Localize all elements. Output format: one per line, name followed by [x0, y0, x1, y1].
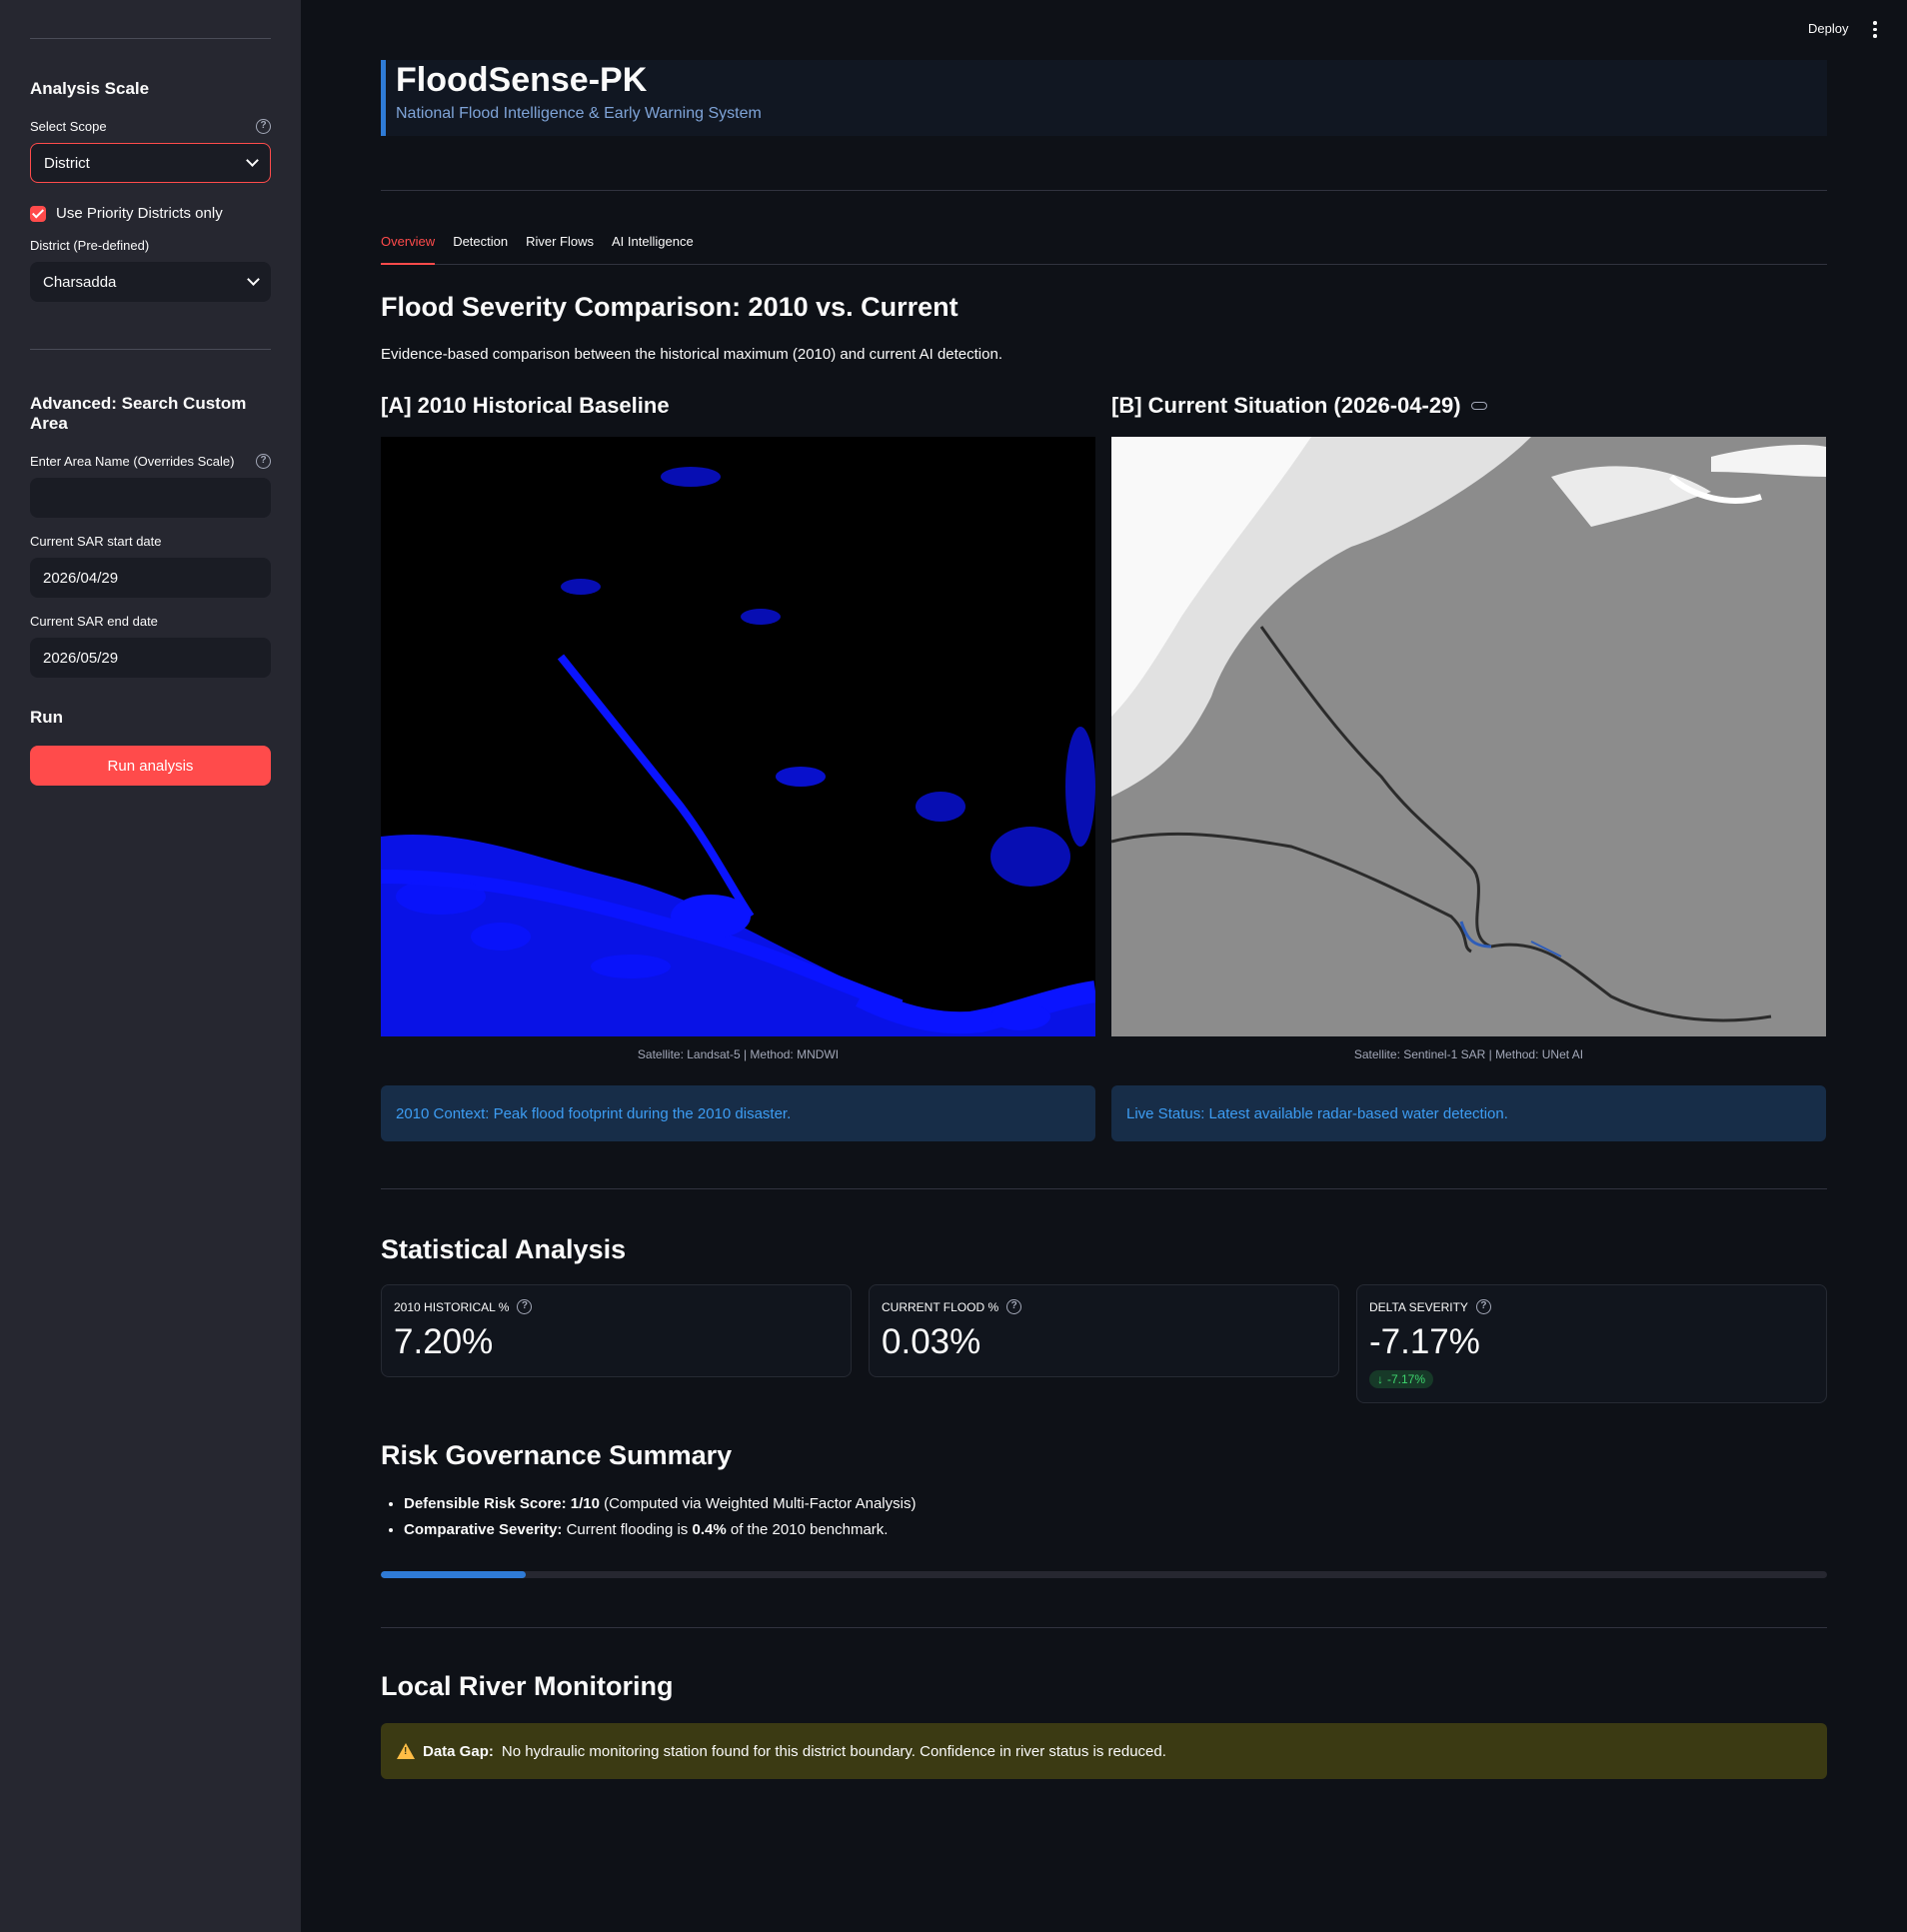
- help-icon[interactable]: ?: [1475, 1299, 1491, 1314]
- warning-title: Data Gap:: [423, 1742, 494, 1760]
- area-name-label-row: Enter Area Name (Overrides Scale) ?: [30, 454, 271, 469]
- comparison-heading: Flood Severity Comparison: 2010 vs. Curr…: [381, 292, 958, 322]
- run-heading: Run: [30, 708, 64, 727]
- app-header: FloodSense-PK National Flood Intelligenc…: [381, 60, 1827, 136]
- data-gap-warning: Data Gap: No hydraulic monitoring statio…: [381, 1723, 1827, 1779]
- select-scope-dropdown[interactable]: District: [30, 143, 271, 183]
- advanced-search-heading: Advanced: Search Custom Area: [30, 394, 247, 433]
- metric-label: DELTA SEVERITY: [1369, 1299, 1468, 1314]
- help-icon[interactable]: ?: [256, 454, 271, 469]
- help-icon[interactable]: ?: [1006, 1299, 1022, 1314]
- warning-icon: [397, 1743, 415, 1759]
- tab-detection[interactable]: Detection: [453, 232, 508, 265]
- warning-text: No hydraulic monitoring station found fo…: [501, 1742, 1166, 1760]
- metric-card-delta: DELTA SEVERITY ? -7.17% ↓ -7.17%: [1356, 1284, 1827, 1403]
- metric-card-historical: 2010 HISTORICAL % ? 7.20%: [381, 1284, 852, 1377]
- statistical-analysis-heading: Statistical Analysis: [381, 1234, 627, 1264]
- current-title-text: [B] Current Situation (2026-04-29): [1111, 393, 1461, 418]
- current-caption: Satellite: Sentinel-1 SAR | Method: UNet…: [1353, 1047, 1584, 1061]
- tab-bar: Overview Detection River Flows AI Intell…: [381, 232, 1827, 265]
- metric-label-row: DELTA SEVERITY ?: [1369, 1299, 1814, 1314]
- comparative-severity-value: 0.4%: [692, 1521, 727, 1538]
- risk-score-value: 1/10: [570, 1495, 600, 1512]
- metric-label-row: CURRENT FLOOD % ?: [882, 1299, 1326, 1314]
- priority-districts-checkbox-row[interactable]: Use Priority Districts only: [30, 205, 271, 222]
- metric-card-current: CURRENT FLOOD % ? 0.03%: [869, 1284, 1339, 1377]
- risk-governance-heading: Risk Governance Summary: [381, 1440, 733, 1470]
- deploy-button[interactable]: Deploy: [1808, 21, 1848, 36]
- priority-districts-label: Use Priority Districts only: [56, 205, 223, 222]
- tab-river-flows[interactable]: River Flows: [526, 232, 594, 265]
- metric-label: CURRENT FLOOD %: [882, 1299, 999, 1314]
- list-item: Defensible Risk Score: 1/10 (Computed vi…: [404, 1495, 916, 1512]
- priority-districts-checkbox[interactable]: [30, 205, 46, 222]
- risk-progress-bar: [381, 1571, 1827, 1578]
- sar-start-label: Current SAR start date: [30, 534, 162, 549]
- metric-value: 7.20%: [394, 1322, 494, 1361]
- delta-badge: ↓ -7.17%: [1369, 1370, 1434, 1388]
- district-value: Charsadda: [43, 273, 117, 291]
- sar-start-date-input[interactable]: 2026/04/29: [30, 558, 271, 598]
- app-subtitle: National Flood Intelligence & Early Warn…: [396, 105, 762, 122]
- run-analysis-button[interactable]: Run analysis: [30, 746, 271, 786]
- analysis-scale-heading: Analysis Scale: [30, 79, 150, 98]
- sar-end-date-input[interactable]: 2026/05/29: [30, 638, 271, 678]
- risk-score-label: Defensible Risk Score:: [404, 1495, 567, 1512]
- risk-score-note: (Computed via Weighted Multi-Factor Anal…: [604, 1495, 917, 1512]
- chevron-down-icon: [247, 273, 260, 286]
- comparative-severity-text-end: of the 2010 benchmark.: [730, 1521, 889, 1538]
- baseline-caption: Satellite: Landsat-5 | Method: MNDWI: [637, 1047, 840, 1061]
- tab-overview[interactable]: Overview: [381, 232, 436, 265]
- baseline-title: [A] 2010 Historical Baseline: [381, 393, 670, 419]
- sar-end-label: Current SAR end date: [30, 614, 158, 629]
- divider: [381, 190, 1827, 191]
- select-scope-label: Select Scope: [30, 119, 107, 134]
- list-item: Comparative Severity: Current flooding i…: [404, 1521, 916, 1538]
- metric-value: 0.03%: [882, 1322, 981, 1361]
- sidebar-divider: [30, 349, 271, 350]
- comparison-description: Evidence-based comparison between the hi…: [381, 346, 1002, 363]
- select-scope-value: District: [44, 154, 90, 172]
- baseline-info-box: 2010 Context: Peak flood footprint durin…: [381, 1085, 1095, 1141]
- metric-label-row: 2010 HISTORICAL % ?: [394, 1299, 839, 1314]
- baseline-title-text: [A] 2010 Historical Baseline: [381, 393, 670, 418]
- delta-value: -7.17%: [1387, 1372, 1426, 1386]
- tab-ai-intelligence[interactable]: AI Intelligence: [612, 232, 694, 265]
- select-scope-label-row: Select Scope ?: [30, 119, 271, 134]
- main-menu-icon[interactable]: [1873, 21, 1877, 38]
- divider: [381, 1627, 1827, 1628]
- help-icon[interactable]: ?: [517, 1299, 533, 1314]
- sar-end-label-row: Current SAR end date: [30, 614, 271, 629]
- district-label: District (Pre-defined): [30, 238, 150, 253]
- baseline-flood-map-image: [381, 437, 1095, 1036]
- baseline-info-text: 2010 Context: Peak flood footprint durin…: [396, 1104, 792, 1122]
- current-title: [B] Current Situation (2026-04-29): [1111, 393, 1487, 419]
- chevron-down-icon: [246, 154, 259, 167]
- help-icon[interactable]: ?: [256, 119, 271, 134]
- area-name-label: Enter Area Name (Overrides Scale): [30, 454, 235, 469]
- metric-label: 2010 HISTORICAL %: [394, 1299, 510, 1314]
- sar-start-label-row: Current SAR start date: [30, 534, 271, 549]
- risk-progress-fill: [381, 1571, 526, 1578]
- current-sar-image: [1111, 437, 1826, 1036]
- app-title: FloodSense-PK: [396, 61, 648, 99]
- risk-summary-list: Defensible Risk Score: 1/10 (Computed vi…: [381, 1495, 916, 1547]
- current-info-box: Live Status: Latest available radar-base…: [1111, 1085, 1826, 1141]
- link-icon[interactable]: [1470, 402, 1487, 410]
- district-label-row: District (Pre-defined): [30, 238, 271, 253]
- metric-value: -7.17%: [1369, 1322, 1480, 1361]
- current-info-text: Live Status: Latest available radar-base…: [1126, 1104, 1508, 1122]
- divider: [381, 1188, 1827, 1189]
- comparative-severity-text: Current flooding is: [566, 1521, 689, 1538]
- comparative-severity-label: Comparative Severity:: [404, 1521, 563, 1538]
- sidebar: Analysis Scale Select Scope ? District U…: [0, 0, 301, 1932]
- river-monitoring-heading: Local River Monitoring: [381, 1671, 674, 1701]
- arrow-down-icon: ↓: [1377, 1372, 1383, 1386]
- sidebar-divider: [30, 38, 271, 39]
- district-dropdown[interactable]: Charsadda: [30, 262, 271, 302]
- area-name-input[interactable]: [30, 478, 271, 518]
